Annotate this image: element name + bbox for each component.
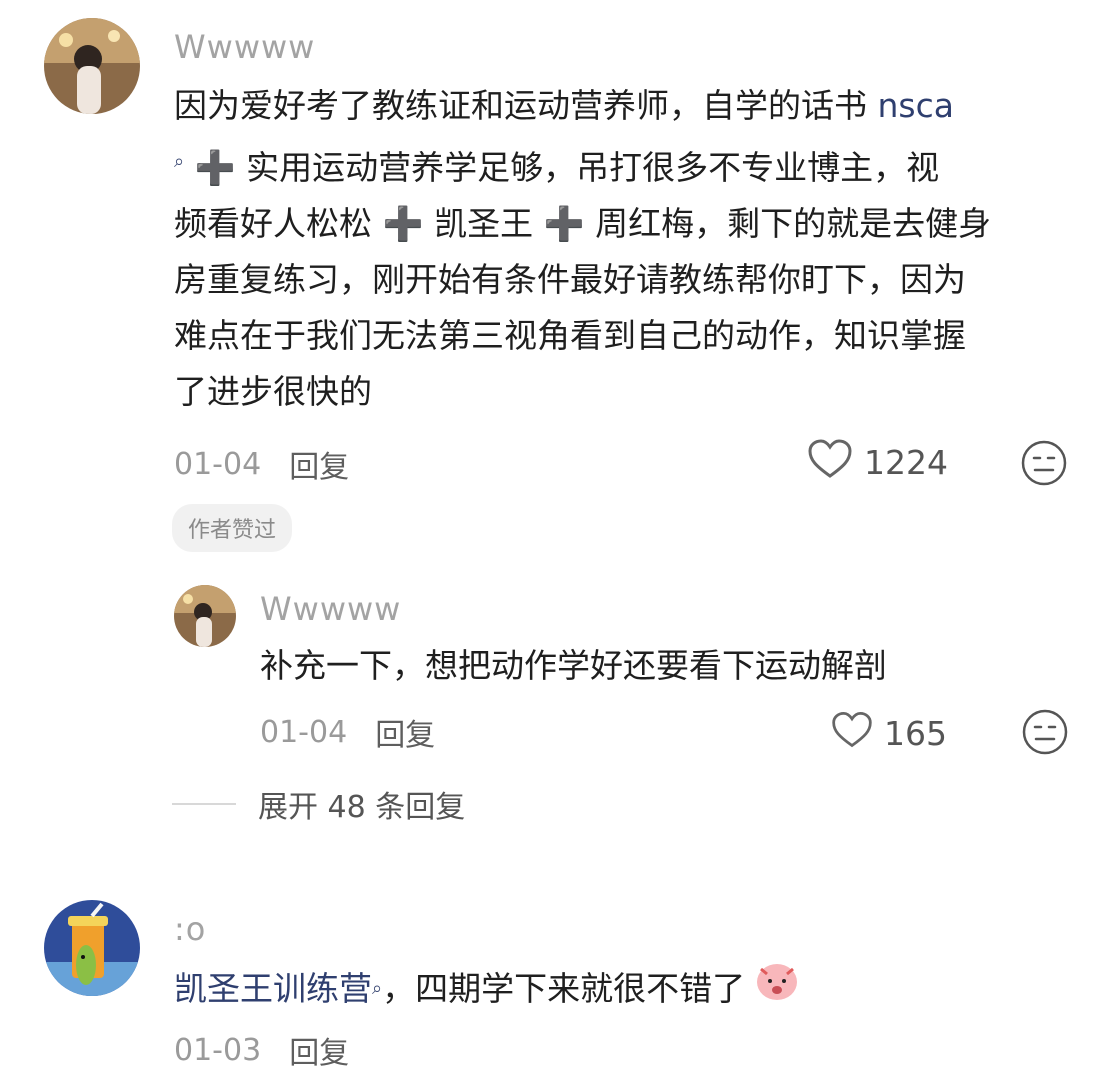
username[interactable]: :o <box>174 910 206 948</box>
like-button[interactable]: 1224 <box>806 438 948 486</box>
reply-button[interactable]: 回复 <box>289 442 349 486</box>
meh-face-icon[interactable] <box>1020 439 1068 491</box>
heart-icon <box>806 438 854 486</box>
topic-link[interactable]: 凯圣王训练营 <box>174 961 372 1017</box>
book-link[interactable]: nsca <box>878 86 954 125</box>
comment-text: 因为爱好考了教练证和运动营养师，自学的话书 nsca ⌕ ➕ 实用运动营养学足够… <box>174 86 992 411</box>
reply-like-count: 165 <box>884 713 947 753</box>
meh-face-icon[interactable] <box>1021 708 1069 760</box>
comment-date: 01-03 <box>174 1032 262 1068</box>
emoji-icon <box>753 958 801 1019</box>
reply-text: 补充一下，想把动作学好还要看下运动解剖 <box>260 646 887 685</box>
reply-button[interactable]: 回复 <box>375 710 435 754</box>
divider <box>172 803 236 805</box>
avatar[interactable] <box>44 18 140 114</box>
username[interactable]: Wwwww <box>174 28 315 66</box>
reply-avatar[interactable] <box>174 585 236 647</box>
expand-replies-label: 展开 48 条回复 <box>258 790 466 825</box>
comment-text: 凯圣王训练营 ⌕ ，四期学下来就很不错了 <box>174 958 801 1019</box>
author-liked-badge: 作者赞过 <box>172 504 293 552</box>
reply-username[interactable]: Wwwww <box>260 590 401 628</box>
reply-button[interactable]: 回复 <box>289 1028 349 1072</box>
comment-date: 01-04 <box>174 446 262 482</box>
search-small-icon[interactable]: ⌕ <box>174 151 184 172</box>
reply-date: 01-04 <box>260 714 348 750</box>
like-count: 1224 <box>864 442 948 482</box>
expand-replies-button[interactable]: 展开 48 条回复 <box>172 782 465 826</box>
heart-icon <box>830 710 874 756</box>
reply-like-button[interactable]: 165 <box>830 710 947 756</box>
search-small-icon[interactable]: ⌕ <box>372 961 382 1017</box>
avatar[interactable] <box>44 900 140 996</box>
